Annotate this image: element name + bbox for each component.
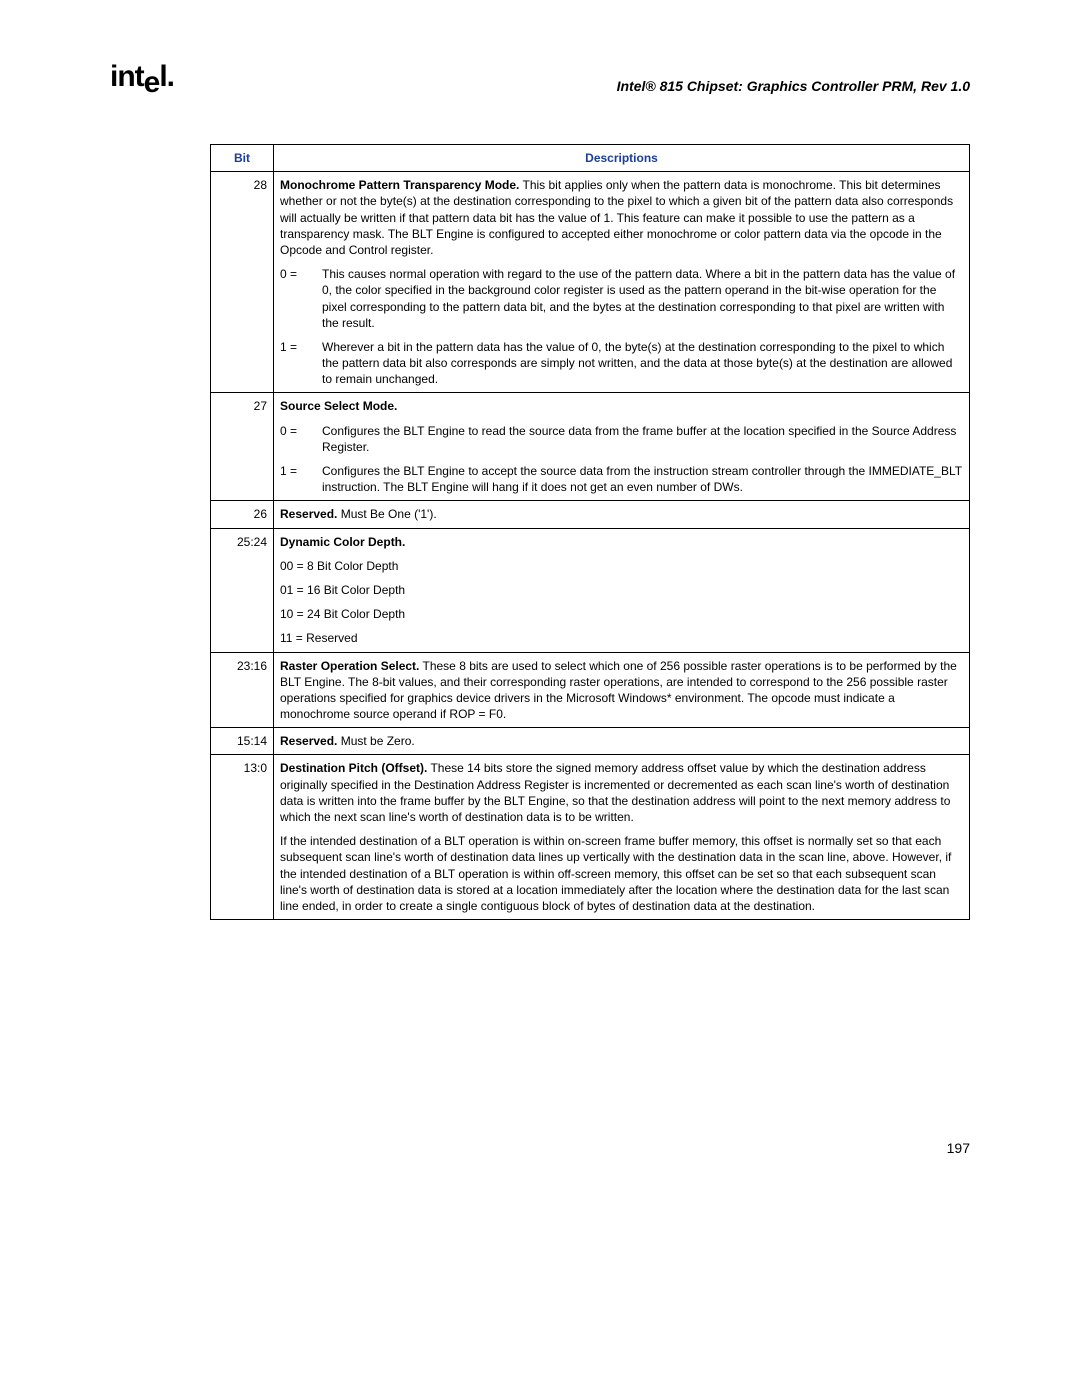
value-row: 0 = This causes normal operation with re… (280, 266, 963, 331)
desc-cell: Reserved. Must be Zero. (274, 728, 970, 755)
value-key: 1 = (280, 463, 308, 495)
table-row: 13:0 Destination Pitch (Offset). These 1… (211, 755, 970, 920)
value-desc: Wherever a bit in the pattern data has t… (322, 339, 963, 388)
value-row: 0 = Configures the BLT Engine to read th… (280, 423, 963, 455)
desc-title: Reserved. (280, 734, 337, 748)
desc-title: Raster Operation Select. (280, 659, 419, 673)
table-row: 25:24 Dynamic Color Depth. 00 = 8 Bit Co… (211, 528, 970, 652)
table-row: 23:16 Raster Operation Select. These 8 b… (211, 652, 970, 728)
value-desc: Configures the BLT Engine to accept the … (322, 463, 963, 495)
doc-title: Intel® 815 Chipset: Graphics Controller … (617, 78, 970, 94)
value-row: 1 = Configures the BLT Engine to accept … (280, 463, 963, 495)
page-number: 197 (110, 1140, 970, 1156)
value-row: 1 = Wherever a bit in the pattern data h… (280, 339, 963, 388)
desc-title: Destination Pitch (Offset). (280, 761, 427, 775)
col-header-bit: Bit (211, 145, 274, 172)
enum-line: 01 = 16 Bit Color Depth (280, 582, 963, 598)
bit-cell: 28 (211, 172, 274, 393)
enum-line: 10 = 24 Bit Color Depth (280, 606, 963, 622)
desc-cell: Monochrome Pattern Transparency Mode. Th… (274, 172, 970, 393)
desc-title: Dynamic Color Depth. (280, 535, 405, 549)
bit-cell: 25:24 (211, 528, 274, 652)
bit-description-table: Bit Descriptions 28 Monochrome Pattern T… (210, 144, 970, 920)
desc-cell: Source Select Mode. 0 = Configures the B… (274, 393, 970, 501)
intel-logo: intel. (110, 60, 174, 94)
bit-cell: 27 (211, 393, 274, 501)
value-key: 0 = (280, 423, 308, 455)
value-desc: This causes normal operation with regard… (322, 266, 963, 331)
desc-title: Monochrome Pattern Transparency Mode. (280, 178, 519, 192)
desc-cell: Destination Pitch (Offset). These 14 bit… (274, 755, 970, 920)
table-row: 15:14 Reserved. Must be Zero. (211, 728, 970, 755)
desc-cell: Raster Operation Select. These 8 bits ar… (274, 652, 970, 728)
enum-line: 11 = Reserved (280, 630, 963, 646)
bit-cell: 26 (211, 501, 274, 528)
enum-line: 00 = 8 Bit Color Depth (280, 558, 963, 574)
value-desc: Configures the BLT Engine to read the so… (322, 423, 963, 455)
value-key: 1 = (280, 339, 308, 388)
header-row: intel. Intel® 815 Chipset: Graphics Cont… (110, 60, 970, 94)
col-header-descriptions: Descriptions (274, 145, 970, 172)
bit-cell: 15:14 (211, 728, 274, 755)
desc-paragraph: If the intended destination of a BLT ope… (280, 833, 963, 914)
desc-text: Must Be One ('1'). (337, 507, 436, 521)
table-row: 26 Reserved. Must Be One ('1'). (211, 501, 970, 528)
table-row: 28 Monochrome Pattern Transparency Mode.… (211, 172, 970, 393)
desc-title: Reserved. (280, 507, 337, 521)
table-row: 27 Source Select Mode. 0 = Configures th… (211, 393, 970, 501)
desc-title: Source Select Mode. (280, 399, 397, 413)
value-key: 0 = (280, 266, 308, 331)
desc-cell: Reserved. Must Be One ('1'). (274, 501, 970, 528)
desc-cell: Dynamic Color Depth. 00 = 8 Bit Color De… (274, 528, 970, 652)
desc-text: Must be Zero. (337, 734, 414, 748)
page-container: intel. Intel® 815 Chipset: Graphics Cont… (0, 0, 1080, 1216)
bit-cell: 23:16 (211, 652, 274, 728)
bit-cell: 13:0 (211, 755, 274, 920)
